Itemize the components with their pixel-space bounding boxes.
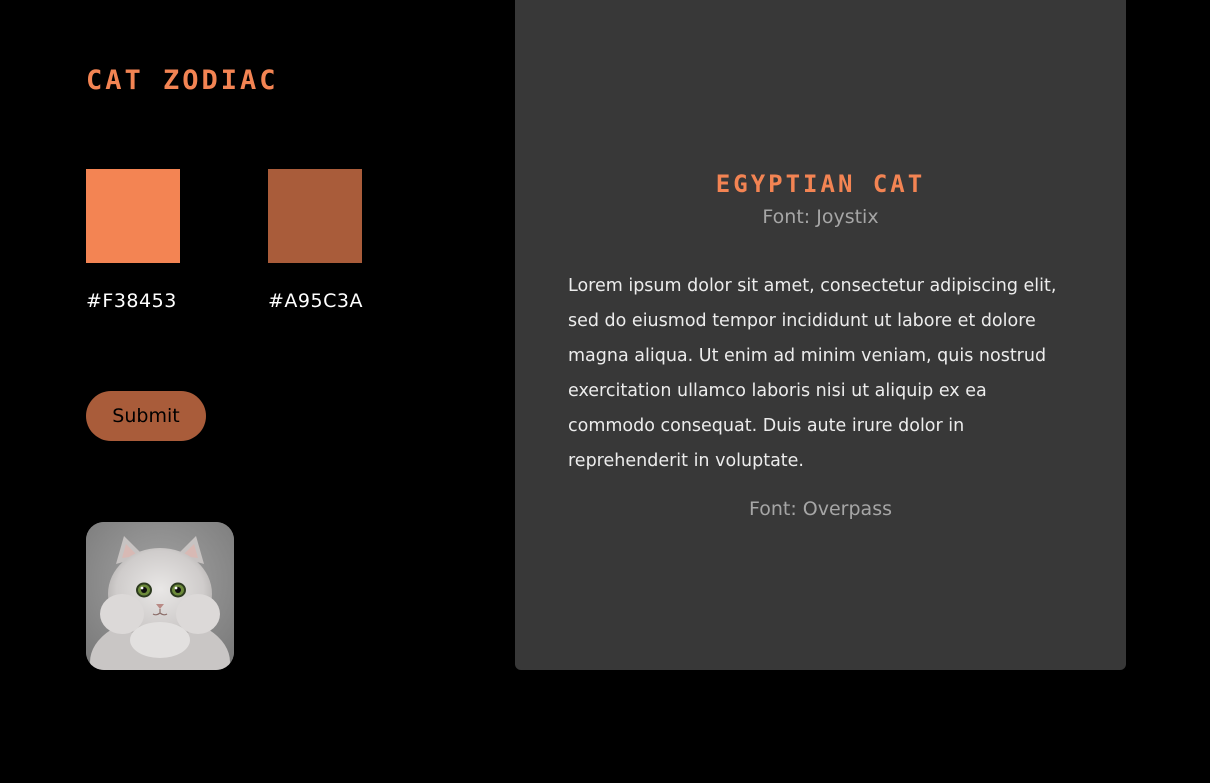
color-swatch-secondary[interactable] [268, 169, 362, 263]
color-swatch-primary[interactable] [86, 169, 180, 263]
card-body-text: Lorem ipsum dolor sit amet, consectetur … [568, 276, 1057, 471]
app-title: Cat Zodiac [86, 65, 279, 96]
body-font-label: Font: Overpass [748, 498, 892, 520]
color-hex-primary: #F38453 [86, 290, 177, 312]
title-font-label: Font: Joystix [762, 206, 879, 228]
font-preview-card: Egyptian Cat Font: Joystix Lorem ipsum d… [515, 0, 1126, 670]
submit-button[interactable]: Submit [86, 391, 206, 441]
card-title: Egyptian Cat [715, 170, 926, 198]
cat-photo [86, 522, 234, 670]
persian-cat-image [86, 522, 234, 670]
color-hex-secondary: #A95C3A [268, 290, 363, 312]
